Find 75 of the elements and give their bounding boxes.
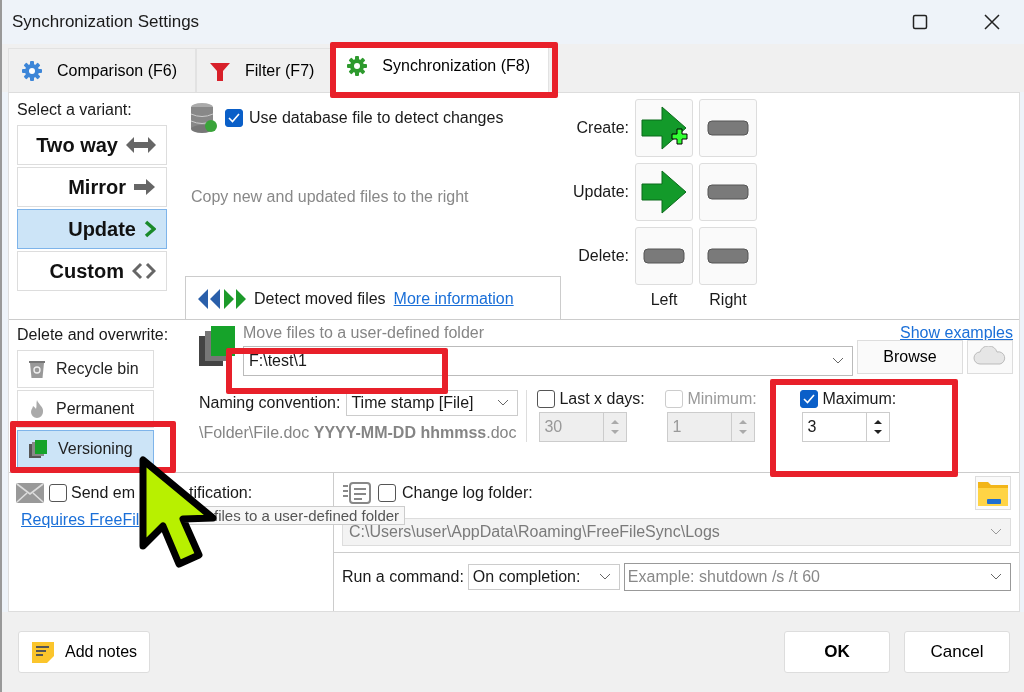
flame-icon	[28, 399, 46, 419]
window-title: Synchronization Settings	[12, 12, 200, 32]
gear-icon	[21, 59, 43, 82]
variant-label: Select a variant:	[17, 101, 133, 119]
naming-label: Naming convention:	[199, 394, 341, 412]
variant-description: Copy new and updated files to the right	[190, 186, 470, 207]
cancel-button[interactable]: Cancel	[904, 631, 1010, 673]
close-icon[interactable]	[984, 14, 1000, 30]
command-label: Run a command:	[342, 568, 464, 586]
limit-label: Minimum:	[687, 390, 757, 408]
command-field[interactable]: Example: shutdown /s /t 60	[623, 563, 1011, 591]
more-information-link[interactable]: More information	[393, 290, 514, 308]
log-folder-label: Change log folder:	[402, 484, 534, 502]
envelope-icon	[15, 481, 45, 505]
action-button[interactable]	[699, 99, 757, 157]
number-spinner[interactable]: 3	[802, 412, 891, 442]
variant-button[interactable]: Update	[17, 209, 167, 249]
dash-icon	[707, 120, 749, 136]
recycle-bin-icon	[28, 359, 46, 379]
browse-button[interactable]: Browse	[857, 340, 963, 374]
action-label: Create:	[575, 119, 629, 137]
folder-icon	[977, 479, 1009, 507]
email-label: tification:	[189, 484, 253, 502]
add-notes-button[interactable]: Add notes	[18, 631, 151, 673]
show-examples-link[interactable]: Show examples	[900, 324, 1013, 342]
variant-button[interactable]: Mirror	[17, 167, 167, 207]
notes-icon	[31, 640, 55, 664]
action-label: Delete:	[577, 247, 629, 265]
ok-button[interactable]: OK	[784, 631, 890, 673]
action-button[interactable]	[699, 163, 757, 221]
command-timing-dropdown[interactable]: On completion:	[467, 564, 620, 590]
limit-label: Maximum:	[822, 390, 897, 408]
email-label: Send em	[71, 484, 136, 502]
cloud-icon	[973, 345, 1007, 366]
arrow-plus-icon	[639, 103, 689, 153]
arrow-icon	[639, 167, 689, 217]
column-label: Left	[649, 291, 679, 309]
dash-icon	[643, 248, 685, 264]
deletion-button[interactable]: Versioning	[17, 430, 154, 468]
angle-brackets-icon	[132, 262, 156, 280]
database-icon	[189, 101, 219, 135]
limit-label: Last x days:	[559, 390, 645, 408]
tab[interactable]: Comparison (F6)	[8, 48, 197, 92]
naming-example: \Folder\File.doc YYYY-MM-DD hhmmss.doc	[199, 424, 518, 442]
action-button[interactable]	[635, 163, 693, 221]
action-button[interactable]	[635, 99, 693, 157]
checkbox[interactable]	[800, 390, 819, 408]
delete-label: Delete and overwrite:	[17, 326, 170, 344]
checkbox[interactable]	[225, 109, 243, 127]
double-arrow-icon	[126, 136, 156, 154]
dash-icon	[707, 184, 749, 200]
checkbox[interactable]	[49, 484, 67, 502]
folder-path-field[interactable]: F:\test\1	[243, 346, 853, 376]
action-button[interactable]	[699, 227, 757, 285]
checkbox[interactable]	[378, 484, 396, 502]
database-label: Use database file to detect changes	[249, 109, 504, 127]
gear-icon	[346, 54, 369, 77]
stacked-files-icon	[28, 439, 48, 459]
naming-dropdown[interactable]: Time stamp [File]	[346, 390, 519, 416]
column-label: Right	[708, 291, 748, 309]
action-label: Update:	[571, 183, 629, 201]
detect-moved-label: Detect moved files	[254, 290, 386, 308]
dash-icon	[707, 248, 749, 264]
variant-button[interactable]: Two way	[17, 125, 167, 165]
folder-button[interactable]	[975, 476, 1011, 510]
log-list-icon	[342, 481, 372, 505]
double-arrows-icon	[196, 287, 246, 311]
maximize-icon[interactable]	[912, 14, 928, 30]
arrow-icon	[134, 178, 156, 196]
versioning-label: Move files to a user-defined folder	[243, 324, 484, 342]
chevron-icon	[144, 220, 156, 238]
checkbox[interactable]	[537, 390, 556, 408]
variant-button[interactable]: Custom	[17, 251, 167, 291]
deletion-button[interactable]: Recycle bin	[17, 350, 154, 388]
action-button[interactable]	[635, 227, 693, 285]
